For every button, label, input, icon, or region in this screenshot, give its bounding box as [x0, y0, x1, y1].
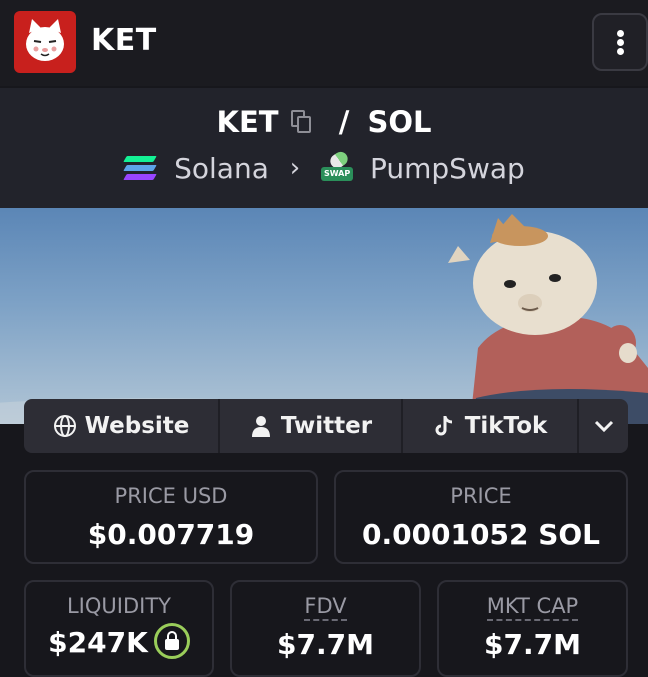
social-links-bar: Website Twitter TikTok	[24, 399, 628, 453]
swap-badge: SWAP	[321, 167, 354, 181]
top-bar: KET	[0, 0, 648, 86]
pumpswap-icon: SWAP	[321, 149, 354, 184]
tiktok-button[interactable]: TikTok	[403, 399, 579, 453]
mkt-cap-value: $7.7M	[484, 628, 581, 661]
pair-separator: /	[338, 105, 350, 139]
website-button[interactable]: Website	[24, 399, 220, 453]
dex-link[interactable]: PumpSwap	[370, 152, 525, 185]
token-banner	[0, 208, 648, 424]
cat-mascot-image	[0, 214, 648, 424]
app-title: KET	[91, 23, 157, 58]
menu-button[interactable]	[592, 13, 648, 71]
price-native-card: PRICE 0.0001052 SOL	[334, 470, 628, 564]
user-icon	[249, 414, 273, 438]
twitter-label: Twitter	[280, 413, 373, 439]
more-links-button[interactable]	[579, 399, 628, 453]
globe-icon	[53, 414, 77, 438]
lock-icon[interactable]	[153, 623, 190, 659]
cat-face-icon	[26, 19, 64, 61]
fdv-card: FDV $7.7M	[230, 580, 421, 677]
base-symbol: KET	[216, 105, 279, 139]
fdv-value: $7.7M	[277, 628, 374, 661]
price-usd-value: $0.007719	[87, 518, 255, 551]
chevron-down-icon	[594, 413, 614, 439]
liquidity-row: $247K	[26, 623, 212, 662]
token-logo[interactable]	[14, 11, 76, 73]
chain-link[interactable]: Solana	[174, 152, 269, 185]
chevron-right-icon: ›	[289, 153, 301, 183]
solana-icon	[123, 154, 157, 182]
mkt-cap-card: MKT CAP $7.7M	[437, 580, 628, 677]
pair-title: KET / SOL	[0, 103, 648, 139]
fdv-label[interactable]: FDV	[232, 594, 419, 621]
quote-symbol: SOL	[367, 105, 432, 139]
liquidity-label: LIQUIDITY	[66, 594, 171, 618]
liquidity-card: LIQUIDITY $247K	[24, 580, 214, 677]
tiktok-label: TikTok	[464, 413, 548, 439]
mkt-cap-label[interactable]: MKT CAP	[439, 594, 626, 621]
website-label: Website	[84, 413, 190, 439]
price-native-value: 0.0001052 SOL	[361, 518, 601, 551]
breadcrumb: Solana › SWAP PumpSwap	[0, 149, 648, 185]
copy-icon[interactable]	[290, 110, 313, 134]
pair-header: KET / SOL Solana › SWAP PumpSwap	[0, 88, 648, 208]
tiktok-icon	[433, 414, 457, 438]
price-usd-label: PRICE USD	[114, 484, 228, 508]
liquidity-value: $247K	[48, 626, 148, 659]
twitter-button[interactable]: Twitter	[220, 399, 403, 453]
price-native-label: PRICE	[450, 484, 512, 508]
price-usd-card: PRICE USD $0.007719	[24, 470, 318, 564]
